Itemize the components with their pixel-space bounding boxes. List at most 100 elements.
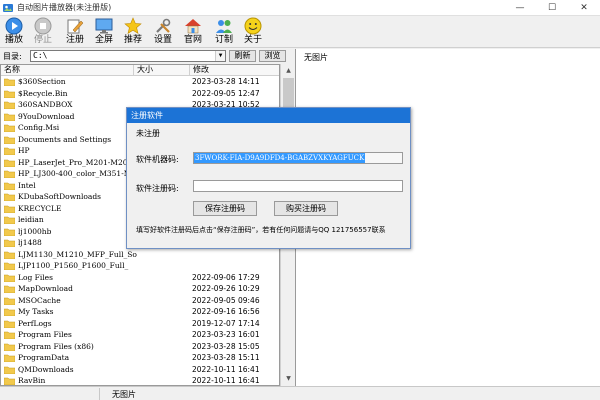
maximize-button[interactable]: ☐ <box>536 0 568 16</box>
file-date: 2022-09-26 10:29 <box>192 284 260 293</box>
file-name: KRECYCLE <box>18 203 62 213</box>
window-title: 自动图片播放器(未注册版) <box>17 3 112 12</box>
column-modified[interactable]: 修改 <box>190 65 279 76</box>
directory-select[interactable]: C:\ ▼ <box>30 50 226 62</box>
folder-icon <box>4 297 15 305</box>
file-date: 2023-03-28 15:11 <box>192 353 260 362</box>
file-row[interactable]: LJP1100_P1560_P1600_Full_ <box>1 260 279 271</box>
file-date: 2019-12-07 17:14 <box>192 318 260 328</box>
settings-label: 设置 <box>153 35 172 45</box>
file-row[interactable]: ProgramData 2023-03-28 15:11 <box>1 352 279 363</box>
file-name: RavBin <box>18 376 46 385</box>
minimize-button[interactable]: — <box>504 0 536 16</box>
register-button[interactable]: 注册 <box>62 17 88 47</box>
file-name: Documents and Settings <box>18 134 112 144</box>
dialog-note: 填写好软件注册码后点击“保存注册码”，若有任何问题请与QQ 121756557联… <box>136 226 386 234</box>
file-row[interactable]: Program Files (x86) 2023-03-28 15:05 <box>1 341 279 352</box>
app-icon <box>3 4 13 12</box>
folder-icon <box>4 113 15 121</box>
file-date: 2022-10-11 16:41 <box>192 364 260 374</box>
file-row[interactable]: $Recycle.Bin 2022-09-05 12:47 <box>1 88 279 99</box>
register-label: 注册 <box>65 35 84 45</box>
file-name: Program Files <box>18 330 72 339</box>
file-date: 2023-03-28 14:11 <box>192 77 260 86</box>
file-name: My Tasks <box>18 307 54 316</box>
file-date: 2022-10-11 16:41 <box>192 376 260 385</box>
folder-icon <box>4 251 15 259</box>
file-name: KDubaSoftDownloads <box>18 192 101 201</box>
file-row[interactable]: QMDownloads 2022-10-11 16:41 <box>1 364 279 375</box>
folder-icon <box>4 182 15 190</box>
file-row[interactable]: MapDownload 2022-09-26 10:29 <box>1 283 279 294</box>
about-button[interactable]: 关于 <box>240 17 266 47</box>
monitor-icon <box>95 18 113 34</box>
scroll-up-icon[interactable]: ▲ <box>281 64 296 78</box>
folder-icon <box>4 331 15 339</box>
machine-code-field[interactable]: 3FWORK-FIA-D9A9DFD4-BGABZVXKYAGFUCK <box>193 152 403 164</box>
star-icon <box>124 17 142 34</box>
custom-label: 订制 <box>214 35 233 45</box>
folder-icon <box>4 343 15 351</box>
status-text: 无图片 <box>112 390 136 399</box>
refresh-button[interactable]: 刷新 <box>229 50 256 62</box>
registration-status: 未注册 <box>136 129 160 138</box>
directory-bar: 目录: C:\ ▼ 刷新 浏览 <box>0 49 295 63</box>
folder-icon <box>4 320 15 328</box>
file-name: LJP1100_P1560_P1600_Full_ <box>18 261 129 270</box>
buy-code-button[interactable]: 购买注册码 <box>274 201 338 216</box>
file-name: leidian <box>18 215 44 224</box>
play-icon <box>5 17 23 35</box>
browse-button[interactable]: 浏览 <box>259 50 286 62</box>
folder-icon <box>4 216 15 224</box>
file-date: 2022-09-06 17:29 <box>192 272 260 282</box>
toolbar: 播放 停止 注册 全屏 推荐 设置 官网 订制 关于 <box>0 16 600 48</box>
file-name: lj1488 <box>18 238 42 247</box>
file-name: ProgramData <box>18 353 70 362</box>
tools-icon <box>156 18 171 33</box>
directory-value: C:\ <box>33 51 48 60</box>
folder-icon <box>4 377 15 385</box>
folder-icon <box>4 205 15 213</box>
file-row[interactable]: PerfLogs 2019-12-07 17:14 <box>1 318 279 329</box>
file-name: MapDownload <box>18 284 73 293</box>
folder-icon <box>4 124 15 132</box>
folder-icon <box>4 78 15 86</box>
register-dialog: 注册软件 未注册 软件机器码: 3FWORK-FIA-D9A9DFD4-BGAB… <box>126 107 411 249</box>
website-button[interactable]: 官网 <box>180 17 206 47</box>
directory-label: 目录: <box>3 52 22 61</box>
custom-button[interactable]: 订制 <box>211 17 237 47</box>
file-row[interactable]: My Tasks 2022-09-16 16:56 <box>1 306 279 317</box>
settings-button[interactable]: 设置 <box>150 17 176 47</box>
file-name: 9YouDownload <box>18 111 75 121</box>
file-name: HP_LaserJet_Pro_M201-M202 <box>18 157 133 167</box>
file-row[interactable]: Log Files 2022-09-06 17:29 <box>1 272 279 283</box>
file-row[interactable]: MSOCache 2022-09-05 09:46 <box>1 295 279 306</box>
file-name: MSOCache <box>18 295 61 305</box>
column-name[interactable]: 名称 <box>1 65 134 76</box>
file-name: $360Section <box>18 77 66 86</box>
recommend-button[interactable]: 推荐 <box>120 17 146 47</box>
file-row[interactable]: RavBin 2022-10-11 16:41 <box>1 375 279 385</box>
reg-code-label: 软件注册码: <box>136 184 179 193</box>
folder-icon <box>4 101 15 109</box>
save-code-button[interactable]: 保存注册码 <box>193 201 257 216</box>
file-name: HP_LJ300-400_color_M351-M <box>18 169 132 178</box>
chevron-down-icon[interactable]: ▼ <box>215 51 225 61</box>
file-name: $Recycle.Bin <box>18 88 68 98</box>
reg-code-input[interactable] <box>193 180 403 192</box>
play-button[interactable]: 播放 <box>1 17 27 47</box>
folder-icon <box>4 366 15 374</box>
fullscreen-button[interactable]: 全屏 <box>91 17 117 47</box>
column-size[interactable]: 大小 <box>134 65 190 76</box>
folder-icon <box>4 170 15 178</box>
file-name: Intel <box>18 180 36 190</box>
file-row[interactable]: $360Section 2023-03-28 14:11 <box>1 76 279 87</box>
file-row[interactable]: LJM1130_M1210_MFP_Full_So <box>1 249 279 260</box>
file-name: 360SANDBOX <box>18 100 73 109</box>
machine-code-label: 软件机器码: <box>136 155 179 164</box>
file-row[interactable]: Program Files 2023-03-23 16:01 <box>1 329 279 340</box>
folder-icon <box>4 193 15 201</box>
close-button[interactable]: ✕ <box>568 0 600 16</box>
scroll-down-icon[interactable]: ▼ <box>281 372 296 386</box>
stop-button[interactable]: 停止 <box>30 17 56 47</box>
